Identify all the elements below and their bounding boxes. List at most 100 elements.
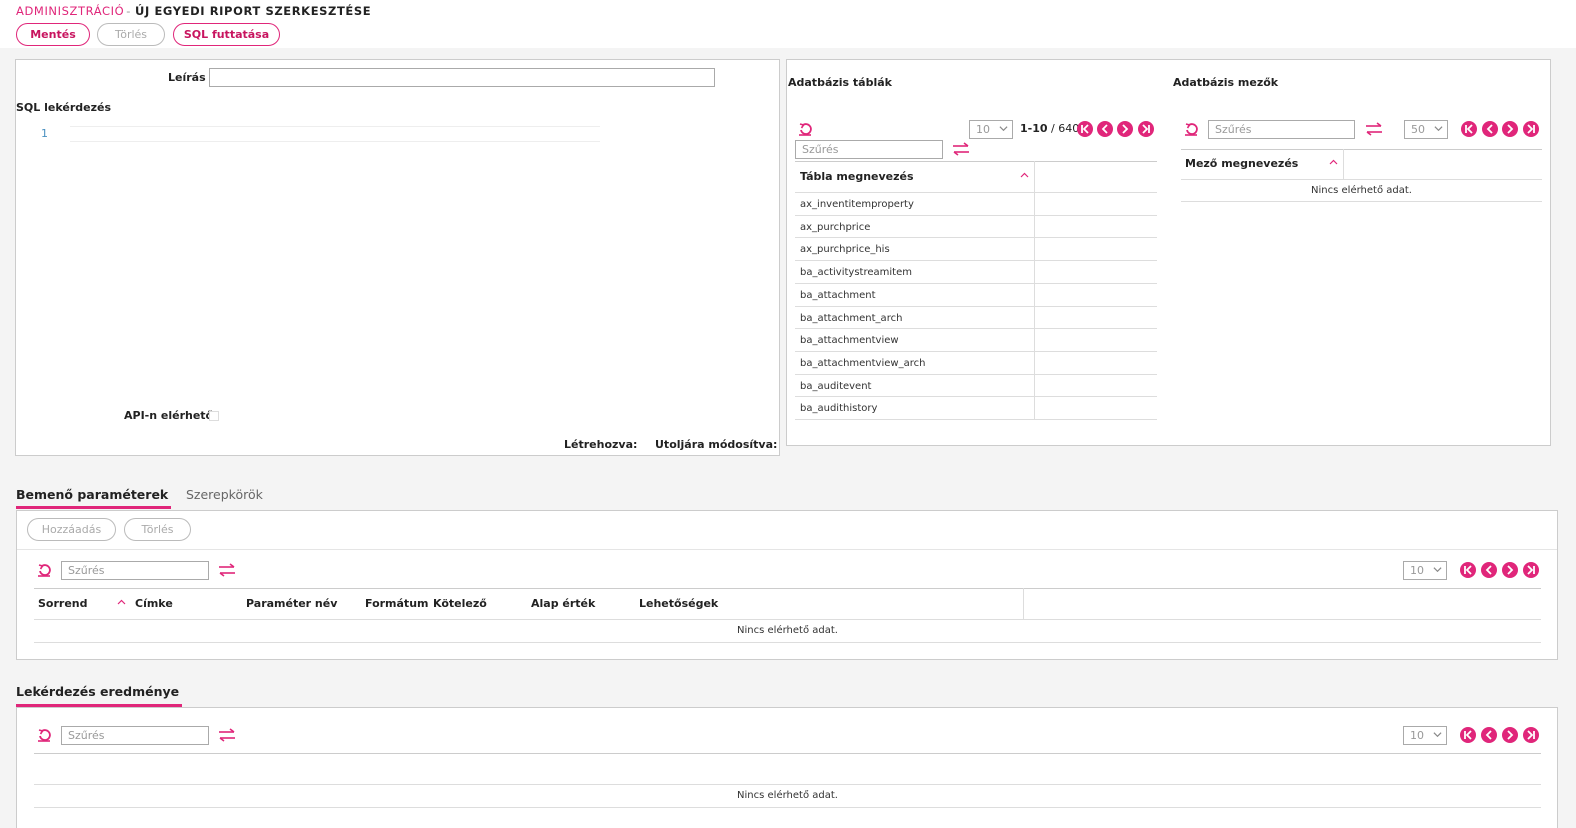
sort-asc-icon[interactable] — [117, 599, 126, 606]
table-name-cell: ba_attachment — [800, 289, 876, 301]
next-page-button[interactable] — [1502, 727, 1518, 743]
chevron-right-icon — [1507, 730, 1514, 740]
column-format[interactable]: Formátum — [365, 597, 429, 610]
first-page-button[interactable] — [1460, 562, 1476, 578]
chevron-down-icon — [1434, 126, 1443, 132]
first-page-button[interactable] — [1460, 727, 1476, 743]
fields-page-size-value: 50 — [1411, 123, 1425, 136]
api-available-checkbox[interactable] — [209, 411, 219, 421]
prev-page-button[interactable] — [1097, 121, 1113, 137]
tables-pager-range: 1-10 — [1020, 122, 1048, 135]
description-label: Leírás — [168, 71, 206, 84]
tab-input-parameters[interactable]: Bemenő paraméterek — [16, 487, 168, 502]
next-page-button[interactable] — [1117, 121, 1133, 137]
fields-page-size-select[interactable]: 50 — [1404, 120, 1448, 139]
params-empty-message: Nincs elérhető adat. — [737, 625, 838, 636]
chevron-right-icon — [1122, 124, 1129, 134]
chevron-right-icon — [1507, 565, 1514, 575]
table-row[interactable]: ba_attachmentview — [795, 329, 1157, 351]
table-row[interactable]: ax_purchprice_his — [795, 238, 1157, 260]
last-page-button[interactable] — [1523, 121, 1539, 137]
fields-column-header[interactable]: Mező megnevezés — [1185, 157, 1298, 170]
chevron-left-icon — [1101, 124, 1108, 134]
column-param-name[interactable]: Paraméter név — [246, 597, 337, 610]
created-label: Létrehozva: — [564, 438, 638, 451]
swap-icon[interactable] — [218, 563, 236, 577]
table-row[interactable]: ax_inventitemproperty — [795, 193, 1157, 215]
swap-icon[interactable] — [952, 142, 970, 156]
tables-header-top-border — [795, 161, 1157, 162]
last-page-button[interactable] — [1138, 121, 1154, 137]
table-row[interactable]: ba_activitystreamitem — [795, 261, 1157, 283]
first-page-button[interactable] — [1077, 121, 1093, 137]
table-row[interactable]: ax_purchprice — [795, 216, 1157, 238]
tables-column-header[interactable]: Tábla megnevezés — [800, 170, 914, 183]
chevron-right-icon — [1507, 124, 1514, 134]
results-empty-message: Nincs elérhető adat. — [737, 790, 838, 801]
refresh-icon[interactable] — [36, 562, 52, 578]
active-tab-indicator — [16, 506, 171, 509]
delete-button[interactable]: Törlés — [97, 23, 165, 46]
db-fields-title: Adatbázis mezők — [1173, 76, 1279, 89]
params-filter-input[interactable]: Szűrés — [61, 561, 209, 580]
table-row[interactable]: ba_audithistory — [795, 397, 1157, 419]
fields-header-top-border — [1181, 149, 1542, 150]
first-page-icon — [1464, 565, 1472, 575]
run-sql-button[interactable]: SQL futtatása — [173, 23, 280, 46]
column-order[interactable]: Sorrend — [38, 597, 88, 610]
params-page-size-select[interactable]: 10 — [1403, 561, 1447, 580]
table-row[interactable]: ba_attachmentview_arch — [795, 352, 1157, 374]
results-page-size-select[interactable]: 10 — [1403, 726, 1447, 745]
results-header-top-border — [34, 753, 1541, 754]
description-input[interactable] — [209, 68, 715, 87]
fields-filter-input[interactable]: Szűrés — [1208, 120, 1355, 139]
delete-parameter-button[interactable]: Törlés — [124, 518, 191, 541]
add-parameter-button[interactable]: Hozzáadás — [27, 518, 116, 541]
next-page-button[interactable] — [1502, 562, 1518, 578]
results-panel: Szűrés 10 Nincs elérhető adat. — [16, 707, 1558, 828]
swap-icon[interactable] — [1365, 122, 1383, 136]
last-page-button[interactable] — [1523, 562, 1539, 578]
chevron-left-icon — [1485, 565, 1492, 575]
table-name-cell: ba_activitystreamitem — [800, 267, 912, 279]
column-required[interactable]: Kötelező — [433, 597, 487, 610]
report-editor-panel: Leírás SQL lekérdezés 1 API-n elérhető L… — [15, 59, 780, 456]
column-label[interactable]: Címke — [135, 597, 173, 610]
refresh-icon[interactable] — [797, 121, 813, 137]
refresh-icon[interactable] — [36, 727, 52, 743]
prev-page-button[interactable] — [1482, 121, 1498, 137]
table-row[interactable]: ba_attachment — [795, 284, 1157, 306]
params-column-divider — [1023, 588, 1024, 619]
results-filter-input[interactable]: Szűrés — [61, 726, 209, 745]
column-options[interactable]: Lehetőségek — [639, 597, 718, 610]
breadcrumb: ADMINISZTRÁCIÓ - ÚJ EGYEDI RIPORT SZERKESZ… — [16, 4, 371, 18]
params-page-size-value: 10 — [1410, 564, 1424, 577]
column-default-value[interactable]: Alap érték — [531, 597, 595, 610]
tables-pager-total: / 640 — [1051, 122, 1080, 135]
table-row[interactable]: ba_attachment_arch — [795, 307, 1157, 329]
first-page-icon — [1081, 124, 1089, 134]
refresh-icon[interactable] — [1183, 121, 1199, 137]
sort-asc-icon[interactable] — [1020, 172, 1029, 179]
sql-editor[interactable] — [70, 126, 600, 142]
modified-label: Utoljára módosítva: — [655, 438, 778, 451]
tables-page-size-select[interactable]: 10 — [969, 120, 1013, 139]
table-name-cell: ba_attachmentview_arch — [800, 357, 926, 369]
swap-icon[interactable] — [218, 728, 236, 742]
breadcrumb-section[interactable]: ADMINISZTRÁCIÓ — [16, 4, 124, 18]
first-page-icon — [1465, 124, 1473, 134]
tab-roles[interactable]: Szerepkörök — [186, 487, 263, 502]
last-page-icon — [1527, 565, 1535, 575]
tables-filter-input[interactable]: Szűrés — [795, 140, 943, 159]
prev-page-button[interactable] — [1481, 562, 1497, 578]
first-page-button[interactable] — [1461, 121, 1477, 137]
next-page-button[interactable] — [1502, 121, 1518, 137]
prev-page-button[interactable] — [1481, 727, 1497, 743]
tables-page-size-value: 10 — [976, 123, 990, 136]
chevron-down-icon — [1433, 732, 1442, 738]
sort-asc-icon[interactable] — [1329, 159, 1338, 166]
params-header-top-border — [34, 588, 1541, 589]
table-row[interactable]: ba_auditevent — [795, 375, 1157, 397]
last-page-button[interactable] — [1523, 727, 1539, 743]
save-button[interactable]: Mentés — [16, 23, 90, 46]
